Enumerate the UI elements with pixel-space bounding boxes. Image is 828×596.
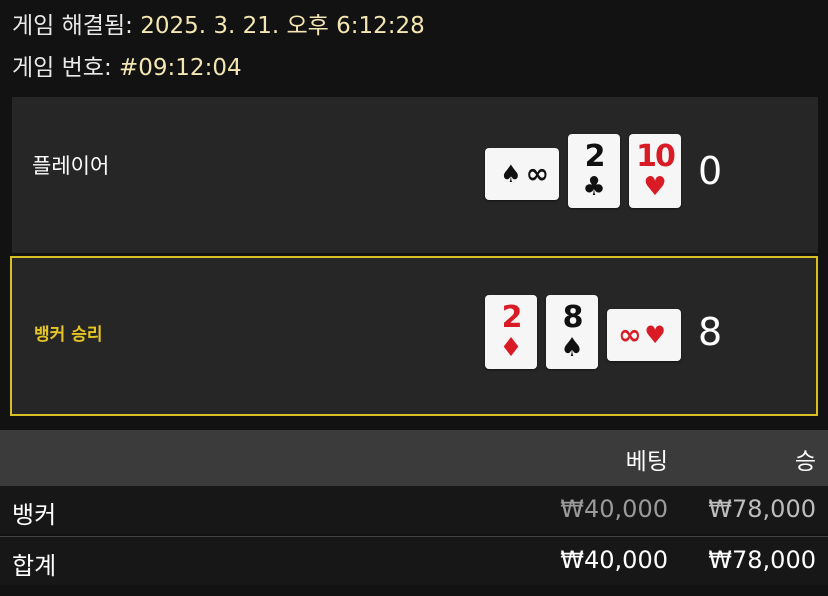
bet-table-header: 베팅 승 (0, 430, 828, 486)
player-card-3: 10 ♥ (629, 134, 681, 208)
player-card-1: ♠ ∞ (485, 148, 559, 200)
card-suit-icon: ♥ (644, 321, 666, 349)
game-number-label: 게임 번호: (12, 55, 112, 81)
game-resolved-line: 게임 해결됨: 2025. 3. 21. 오후 6:12:28 (12, 6, 425, 40)
card-rank: ∞ (525, 157, 549, 190)
row-bet-amount: ₩40,000 (560, 495, 668, 523)
card-rank: 10 (636, 139, 676, 174)
total-row: 합계 ₩40,000 ₩78,000 (0, 536, 828, 585)
total-label: 합계 (12, 552, 57, 580)
card-rank: ∞ (618, 318, 641, 351)
card-suit-icon: ♦ (499, 333, 523, 363)
banker-card-1: 2 ♦ (485, 295, 537, 369)
game-number-value: #09:12:04 (119, 55, 242, 81)
banker-hand-panel: 뱅커 승리 2 ♦ 8 ♠ ∞ ♥ 8 (10, 256, 818, 416)
card-rank: 8 (562, 300, 584, 335)
win-column-header: 승 (794, 449, 816, 475)
player-score: 0 (698, 149, 723, 193)
row-label: 뱅커 (12, 501, 57, 529)
game-resolved-time: 2025. 3. 21. 오후 6:12:28 (140, 13, 425, 39)
card-rank: 2 (584, 139, 606, 174)
card-suit-icon: ♣ (582, 172, 606, 202)
card-rank: 2 (501, 300, 523, 335)
total-win-amount: ₩78,000 (708, 546, 816, 574)
game-resolved-label: 게임 해결됨: (12, 13, 133, 39)
table-row: 뱅커 ₩40,000 ₩78,000 (0, 486, 828, 534)
game-number-line: 게임 번호: #09:12:04 (12, 48, 242, 82)
total-bet-amount: ₩40,000 (560, 546, 668, 574)
player-card-2: 2 ♣ (568, 134, 620, 208)
banker-card-3: ∞ ♥ (607, 309, 681, 361)
card-suit-icon: ♠ (560, 333, 584, 363)
row-win-amount: ₩78,000 (708, 495, 816, 523)
player-hand-panel: 플레이어 ♠ ∞ 2 ♣ 10 ♥ 0 (12, 97, 818, 253)
bet-column-header: 베팅 (625, 449, 668, 475)
card-suit-icon: ♥ (643, 172, 667, 202)
player-label: 플레이어 (32, 154, 110, 178)
banker-score: 8 (698, 310, 723, 354)
card-suit-icon: ♠ (500, 160, 522, 188)
banker-card-2: 8 ♠ (546, 295, 598, 369)
banker-win-label: 뱅커 승리 (34, 325, 103, 345)
